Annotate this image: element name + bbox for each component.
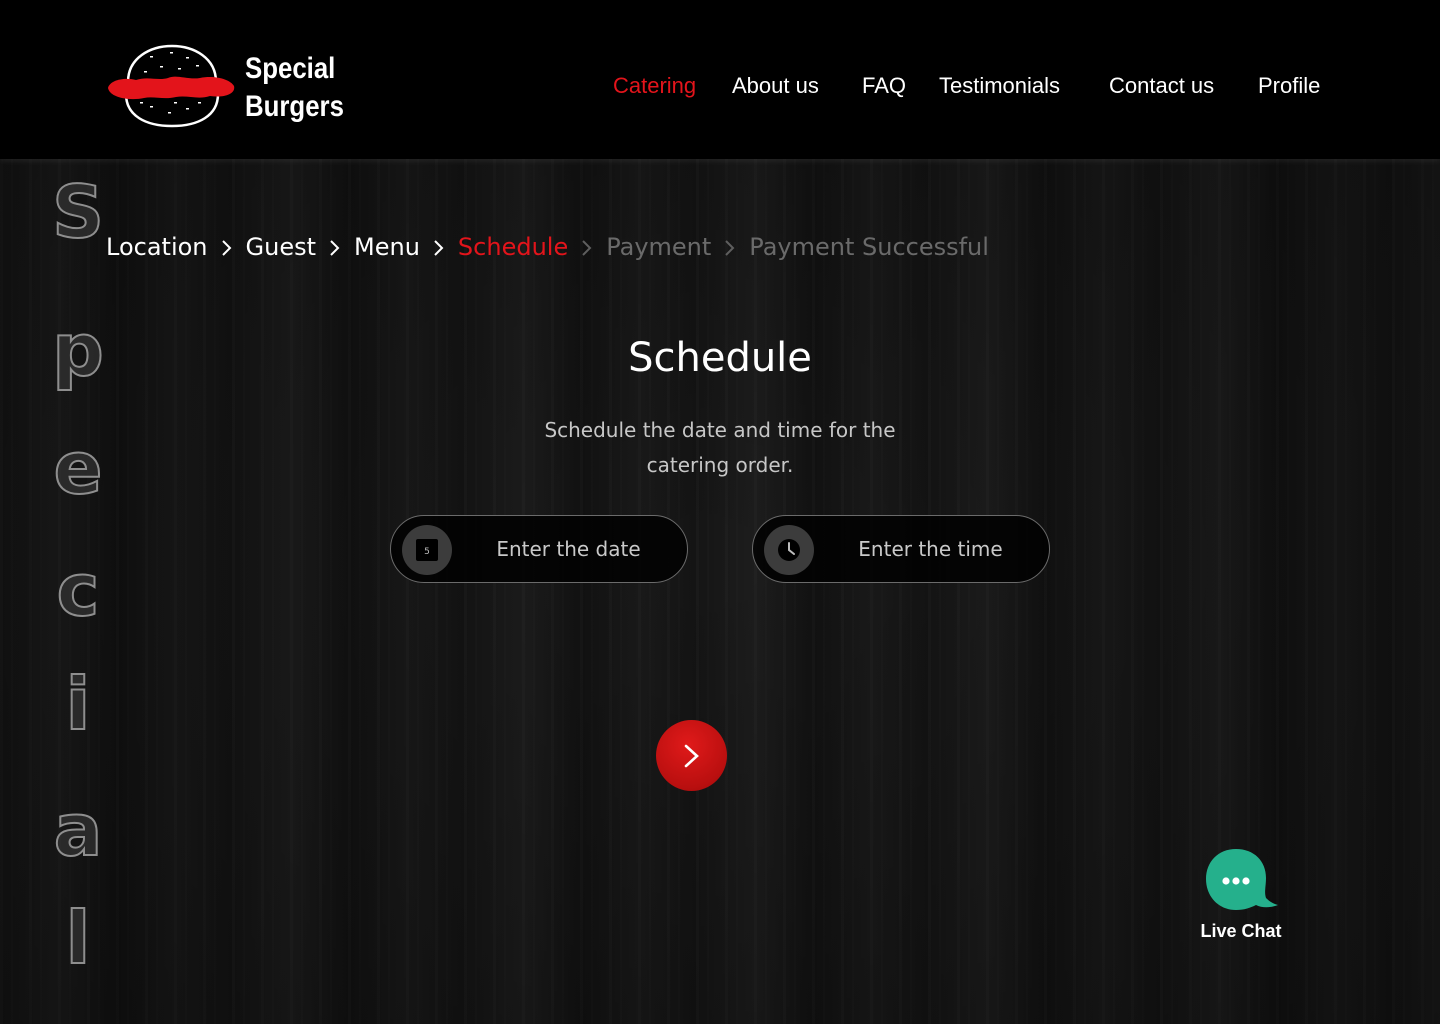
watermark-letter: S xyxy=(51,170,105,254)
watermark-letter: c xyxy=(56,548,101,632)
chevron-right-icon xyxy=(711,235,749,260)
live-chat-label: Live Chat xyxy=(1200,921,1282,941)
time-field[interactable] xyxy=(752,515,1050,583)
nav-item-catering[interactable]: Catering xyxy=(613,72,696,100)
breadcrumb-location[interactable]: Location xyxy=(106,233,208,261)
breadcrumb-menu[interactable]: Menu xyxy=(354,233,420,261)
breadcrumb-schedule[interactable]: Schedule xyxy=(458,233,568,261)
breadcrumb: Location Guest Menu Schedule Payment Pay… xyxy=(106,230,989,264)
chat-bubble-icon[interactable] xyxy=(1204,848,1280,914)
watermark-letter: e xyxy=(53,426,104,510)
main-nav: Catering About us FAQ Testimonials Conta… xyxy=(0,72,1440,100)
next-button[interactable] xyxy=(656,720,727,791)
nav-item-about-us[interactable]: About us xyxy=(732,72,819,100)
watermark-letter: i xyxy=(65,662,92,746)
watermark-letter: l xyxy=(65,896,92,980)
breadcrumb-payment[interactable]: Payment xyxy=(606,233,711,261)
clock-icon[interactable] xyxy=(764,525,814,575)
calendar-icon-day: 5 xyxy=(424,547,430,557)
subtitle-line1: Schedule the date and time for the xyxy=(544,418,896,442)
breadcrumb-payment-successful[interactable]: Payment Successful xyxy=(749,233,989,261)
nav-item-profile[interactable]: Profile xyxy=(1258,72,1320,100)
chevron-right-icon xyxy=(684,744,699,768)
nav-item-testimonials[interactable]: Testimonials xyxy=(939,72,1060,100)
chevron-right-icon xyxy=(420,235,458,260)
chevron-right-icon xyxy=(208,235,246,260)
page: Special Burgers Catering About us FAQ Te… xyxy=(0,0,1440,1024)
chevron-right-icon xyxy=(568,235,606,260)
time-input[interactable] xyxy=(823,516,1038,581)
calendar-icon[interactable]: 5 xyxy=(402,525,452,575)
nav-item-contact-us[interactable]: Contact us xyxy=(1109,72,1214,100)
site-header: Special Burgers Catering About us FAQ Te… xyxy=(0,0,1440,159)
live-chat-widget[interactable]: Live Chat xyxy=(1196,848,1286,948)
breadcrumb-guest[interactable]: Guest xyxy=(246,233,317,261)
nav-item-faq[interactable]: FAQ xyxy=(862,72,906,100)
date-input[interactable] xyxy=(461,516,676,581)
date-field[interactable]: 5 xyxy=(390,515,688,583)
page-subtitle: Schedule the date and time for the cater… xyxy=(500,413,940,483)
watermark-letter: a xyxy=(53,788,104,872)
chevron-right-icon xyxy=(316,235,354,260)
page-title: Schedule xyxy=(628,335,812,381)
subtitle-line2: catering order. xyxy=(646,453,794,477)
